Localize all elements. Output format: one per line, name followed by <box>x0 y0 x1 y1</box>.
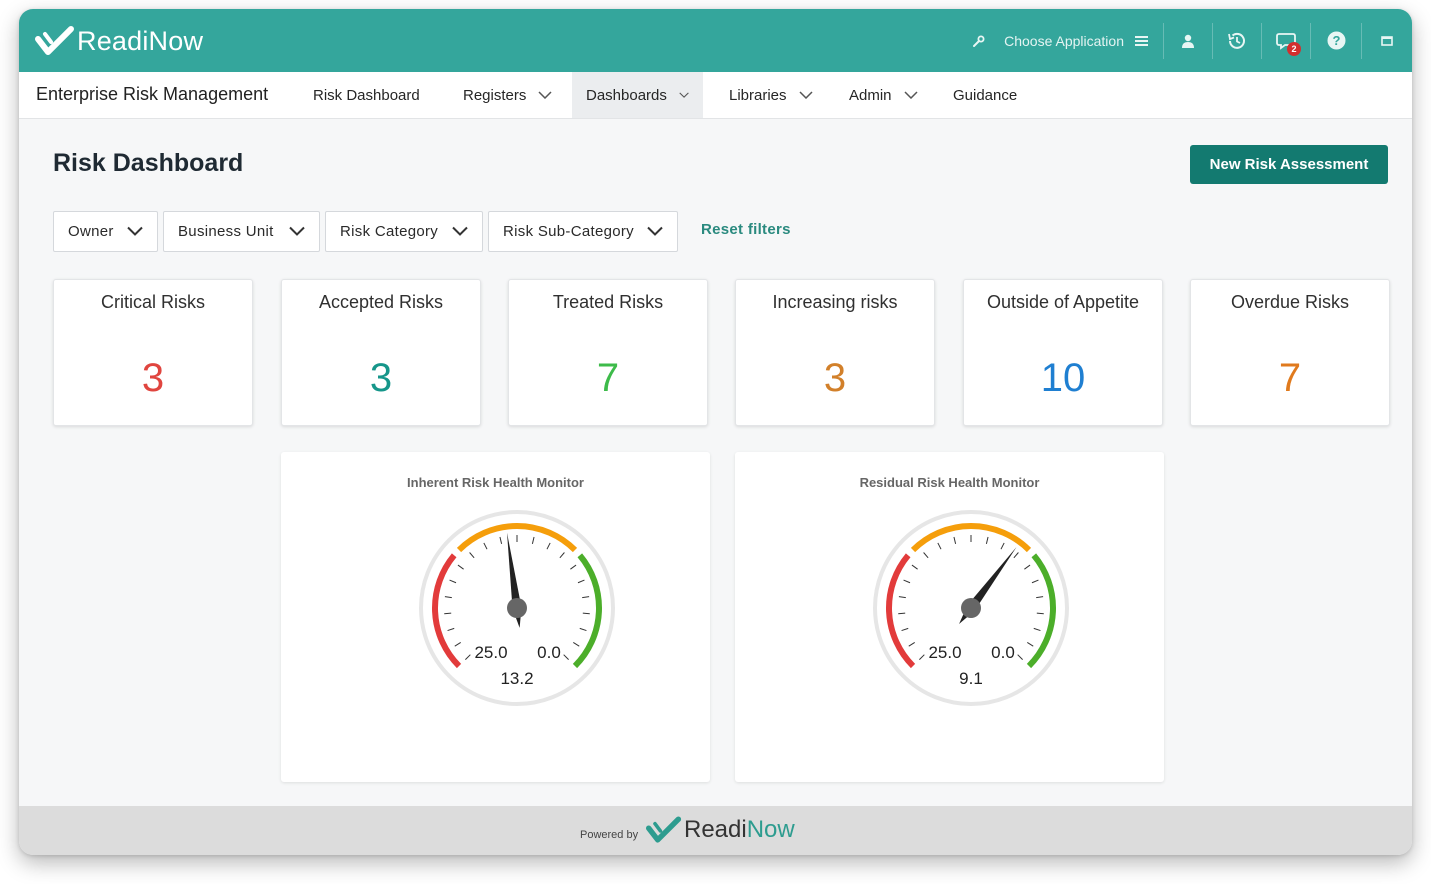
gauge-min-label: 25.0 <box>474 643 507 662</box>
nav-registers[interactable]: Registers <box>449 72 566 118</box>
history-icon[interactable] <box>1213 9 1261 72</box>
nav-bar: Enterprise Risk Management Risk Dashboar… <box>19 72 1412 119</box>
window-icon[interactable] <box>1362 9 1412 72</box>
nav-label: Admin <box>849 87 892 104</box>
notification-badge: 2 <box>1287 42 1301 56</box>
footer: Powered by ReadiNow <box>19 806 1412 855</box>
filter-label: Risk Category <box>340 223 438 240</box>
chevron-down-icon <box>289 226 305 236</box>
filter-business-unit[interactable]: Business Unit <box>163 211 320 252</box>
gauge-max-label: 0.0 <box>991 643 1015 662</box>
choose-application-button[interactable]: Choose Application <box>996 9 1163 72</box>
gauge-pivot <box>507 598 527 618</box>
gauge-tick <box>444 613 451 614</box>
card-value: 3 <box>54 356 252 401</box>
chevron-down-icon <box>799 91 813 99</box>
filter-risk-sub-category[interactable]: Risk Sub-Category <box>488 211 678 252</box>
gauge-value-label: 13.2 <box>500 669 533 688</box>
chevron-down-icon <box>904 91 918 99</box>
card-critical-risks[interactable]: Critical Risks 3 <box>53 279 253 426</box>
card-outside-of-appetite[interactable]: Outside of Appetite 10 <box>963 279 1163 426</box>
gauge-tick <box>583 613 590 614</box>
filter-label: Business Unit <box>178 223 274 240</box>
inherent-risk-gauge-card: Inherent Risk Health Monitor 25.0 0.013.2 <box>281 452 710 782</box>
residual-risk-gauge: 25.0 0.0 9.1 <box>871 508 1071 708</box>
nav-guidance[interactable]: Guidance <box>939 72 1031 118</box>
top-actions: Choose Application 2 ? <box>962 9 1412 72</box>
gauge-min-label: 25.0 <box>928 643 961 662</box>
residual-risk-gauge-card: Residual Risk Health Monitor 25.0 0.0 9.1 <box>735 452 1164 782</box>
chevron-down-icon <box>538 91 552 99</box>
user-icon[interactable] <box>1164 9 1212 72</box>
card-label: Treated Risks <box>509 292 707 313</box>
nav-label: Risk Dashboard <box>313 87 420 104</box>
page-title: Risk Dashboard <box>53 149 243 178</box>
nav-label: Guidance <box>953 87 1017 104</box>
card-accepted-risks[interactable]: Accepted Risks 3 <box>281 279 481 426</box>
help-icon[interactable]: ? <box>1311 9 1361 72</box>
nav-label: Libraries <box>729 87 787 104</box>
nav-admin[interactable]: Admin <box>835 72 932 118</box>
inherent-risk-gauge: 25.0 0.013.2 <box>417 508 617 708</box>
card-value: 10 <box>964 356 1162 401</box>
gauge-title: Inherent Risk Health Monitor <box>281 475 710 490</box>
app-window: ReadiNow Choose Application 2 <box>19 9 1412 855</box>
chevron-down-icon <box>679 91 689 99</box>
wrench-icon[interactable] <box>962 9 996 72</box>
logo-check-icon <box>646 816 682 844</box>
filter-owner[interactable]: Owner <box>53 211 158 252</box>
choose-application-label: Choose Application <box>1004 33 1124 49</box>
menu-icon <box>1135 35 1149 47</box>
card-overdue-risks[interactable]: Overdue Risks 7 <box>1190 279 1390 426</box>
card-label: Outside of Appetite <box>964 292 1162 313</box>
card-value: 7 <box>1191 356 1389 401</box>
gauge-title: Residual Risk Health Monitor <box>735 475 1164 490</box>
card-label: Critical Risks <box>54 292 252 313</box>
nav-risk-dashboard[interactable]: Risk Dashboard <box>299 72 434 118</box>
chevron-down-icon <box>647 226 663 236</box>
card-label: Overdue Risks <box>1191 292 1389 313</box>
chevron-down-icon <box>452 226 468 236</box>
filter-label: Risk Sub-Category <box>503 223 634 240</box>
filter-label: Owner <box>68 223 114 240</box>
nav-label: Registers <box>463 87 526 104</box>
footer-logo: ReadiNow <box>646 816 795 844</box>
readinow-logo[interactable]: ReadiNow <box>35 24 203 58</box>
card-value: 3 <box>282 356 480 401</box>
card-label: Accepted Risks <box>282 292 480 313</box>
card-value: 3 <box>736 356 934 401</box>
logo-check-icon <box>35 26 75 56</box>
gauge-value-label: 9.1 <box>959 669 983 688</box>
card-value: 7 <box>509 356 707 401</box>
app-title: Enterprise Risk Management <box>36 84 268 105</box>
gauge-max-label: 0.0 <box>537 643 561 662</box>
nav-dashboards[interactable]: Dashboards <box>572 72 703 118</box>
nav-libraries[interactable]: Libraries <box>715 72 827 118</box>
gauge-tick <box>1037 613 1044 614</box>
footer-logo-text: ReadiNow <box>684 816 795 844</box>
nav-label: Dashboards <box>586 87 667 104</box>
card-label: Increasing risks <box>736 292 934 313</box>
filter-risk-category[interactable]: Risk Category <box>325 211 483 252</box>
gauge-tick <box>898 613 905 614</box>
chat-button[interactable]: 2 <box>1262 9 1310 72</box>
powered-by-label: Powered by <box>580 829 638 841</box>
logo-text: ReadiNow <box>77 26 203 57</box>
reset-filters-link[interactable]: Reset filters <box>701 221 791 238</box>
chevron-down-icon <box>127 226 143 236</box>
card-treated-risks[interactable]: Treated Risks 7 <box>508 279 708 426</box>
new-risk-assessment-button[interactable]: New Risk Assessment <box>1190 145 1388 184</box>
card-increasing-risks[interactable]: Increasing risks 3 <box>735 279 935 426</box>
top-bar: ReadiNow Choose Application 2 <box>19 9 1412 72</box>
svg-text:?: ? <box>1332 33 1340 48</box>
gauge-pivot <box>961 598 981 618</box>
